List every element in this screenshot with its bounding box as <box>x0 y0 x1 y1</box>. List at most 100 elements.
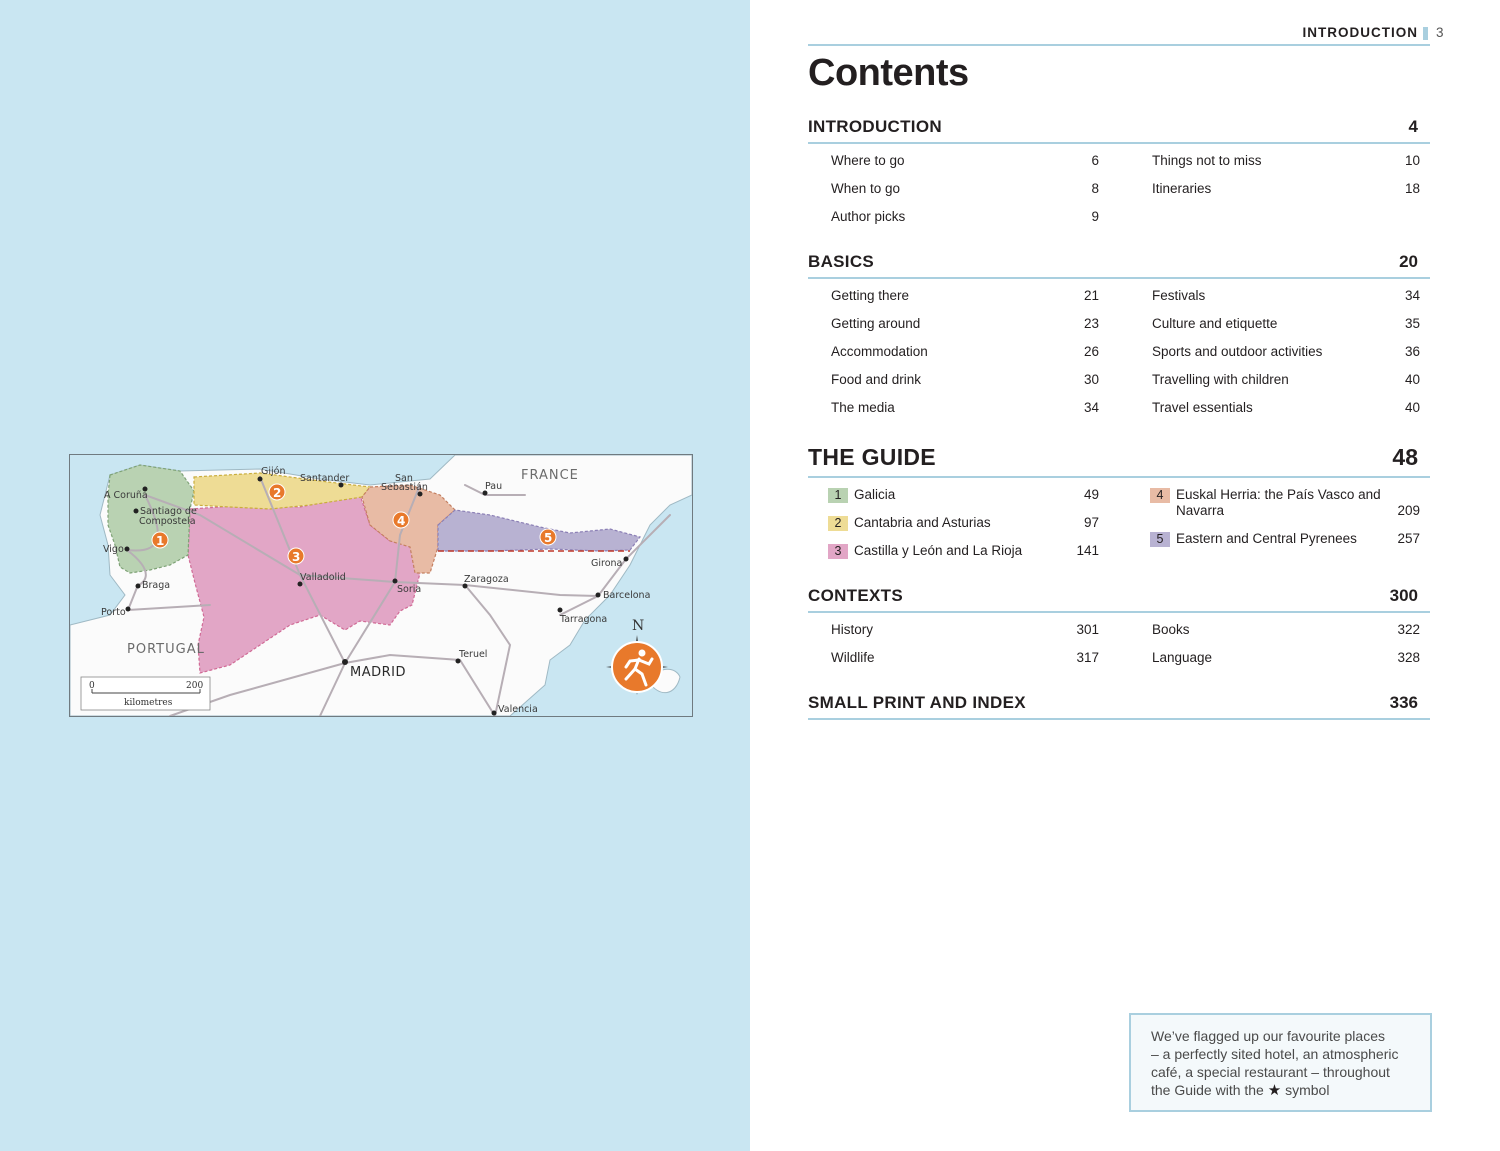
chapter-number-badge: 4 <box>1150 488 1170 503</box>
favourites-note-box: We’ve flagged up our favourite places – … <box>1129 1013 1432 1112</box>
toc-entry[interactable]: Itineraries <box>1152 181 1211 196</box>
section-page: 300 <box>1389 586 1418 605</box>
toc-entry[interactable]: History <box>831 622 873 637</box>
toc-entry[interactable]: Travel essentials <box>1152 400 1253 415</box>
map-city: Compostela <box>139 516 196 527</box>
toc-entry[interactable]: Books <box>1152 622 1190 637</box>
toc-entry[interactable]: Accommodation <box>831 344 928 359</box>
map-city: Vigo <box>103 544 124 555</box>
toc-entry[interactable]: Getting around <box>831 316 920 331</box>
favourites-note-text: We’ve flagged up our favourite places – … <box>1151 1027 1419 1100</box>
toc-page: 34 <box>1404 288 1420 303</box>
toc-entry[interactable]: Sports and outdoor activities <box>1152 344 1322 359</box>
note-line-start: the Guide with the <box>1151 1082 1264 1098</box>
section-contexts[interactable]: CONTEXTS 300 <box>808 579 1430 613</box>
toc-page: 36 <box>1404 344 1420 359</box>
map-city: Valladolid <box>300 572 346 583</box>
region-map: FRANCE PORTUGAL MADRID Gijón Santander S… <box>69 454 693 717</box>
toc-entry[interactable]: Galicia <box>854 487 895 502</box>
toc-page: 257 <box>1397 531 1420 546</box>
toc-entry[interactable]: Euskal Herria: the País Vasco and <box>1176 487 1381 502</box>
toc-entry[interactable]: Cantabria and Asturias <box>854 515 991 530</box>
toc-page: 322 <box>1397 622 1420 637</box>
toc-entry[interactable]: Eastern and Central Pyrenees <box>1176 531 1357 546</box>
svg-text:2: 2 <box>273 486 281 500</box>
note-line: café, a special restaurant – throughout <box>1151 1064 1390 1080</box>
section-title: THE GUIDE <box>808 444 936 470</box>
section-page: 336 <box>1389 693 1418 712</box>
svg-text:3: 3 <box>292 550 300 564</box>
toc-page: 18 <box>1404 181 1420 196</box>
toc-page: 26 <box>1083 344 1099 359</box>
note-line: – a perfectly sited hotel, an atmospheri… <box>1151 1046 1399 1062</box>
map-city: Tarragona <box>559 614 607 625</box>
toc-entry[interactable]: Food and drink <box>831 372 921 387</box>
map-city: Gijón <box>261 466 285 477</box>
page-number: 3 <box>1436 25 1444 40</box>
toc-entry[interactable]: Things not to miss <box>1152 153 1262 168</box>
toc-entry[interactable]: Wildlife <box>831 650 875 665</box>
map-city: Zaragoza <box>464 574 509 585</box>
toc-entry[interactable]: When to go <box>831 181 900 196</box>
section-the-guide[interactable]: THE GUIDE 48 <box>808 436 1430 478</box>
svg-text:0: 0 <box>89 681 95 691</box>
toc-page: 23 <box>1083 316 1099 331</box>
scale-bar: 0 200 kilometres <box>80 676 211 711</box>
toc-page: 97 <box>1083 515 1099 530</box>
svg-text:5: 5 <box>544 531 552 545</box>
svg-text:200: 200 <box>186 681 203 691</box>
toc-page: 35 <box>1404 316 1420 331</box>
map-city: Valencia <box>498 704 538 715</box>
toc-page: 21 <box>1083 288 1099 303</box>
page-title: Contents <box>808 52 969 94</box>
running-head-title: INTRODUCTION <box>1302 25 1418 40</box>
toc-entry[interactable]: Author picks <box>831 209 905 224</box>
toc-entry-continued[interactable]: Navarra <box>1176 503 1224 518</box>
toc-page: 8 <box>1091 181 1099 196</box>
svg-text:kilometres: kilometres <box>124 698 173 708</box>
toc-entry[interactable]: The media <box>831 400 895 415</box>
map-label-france: FRANCE <box>521 468 579 483</box>
map-city: Braga <box>142 580 170 591</box>
toc-page: 301 <box>1076 622 1099 637</box>
running-head: INTRODUCTION 3 <box>808 24 1444 46</box>
note-line: We’ve flagged up our favourite places <box>1151 1028 1385 1044</box>
map-city: Barcelona <box>603 590 650 601</box>
left-page: FRANCE PORTUGAL MADRID Gijón Santander S… <box>0 0 750 1151</box>
toc-page: 9 <box>1091 209 1099 224</box>
chapter-number-badge: 1 <box>828 488 848 503</box>
section-title: CONTEXTS <box>808 586 903 605</box>
chapter-number-badge: 2 <box>828 516 848 531</box>
toc-page: 49 <box>1083 487 1099 502</box>
toc-page: 40 <box>1404 372 1420 387</box>
section-small-print-and-index[interactable]: SMALL PRINT AND INDEX 336 <box>808 686 1430 720</box>
toc-page: 328 <box>1397 650 1420 665</box>
toc-entry[interactable]: Festivals <box>1152 288 1205 303</box>
toc-entry[interactable]: Travelling with children <box>1152 372 1289 387</box>
map-city: Sebastián <box>381 482 428 493</box>
note-line-end: symbol <box>1285 1082 1330 1098</box>
toc-page: 317 <box>1076 650 1099 665</box>
toc-entry[interactable]: Language <box>1152 650 1212 665</box>
map-label-madrid: MADRID <box>350 665 406 680</box>
toc-page: 30 <box>1083 372 1099 387</box>
map-label-portugal: PORTUGAL <box>127 642 205 657</box>
map-city: Soria <box>397 584 421 595</box>
toc-page: 141 <box>1076 543 1099 558</box>
toc-entry[interactable]: Culture and etiquette <box>1152 316 1277 331</box>
section-title: SMALL PRINT AND INDEX <box>808 693 1026 712</box>
map-city: Girona <box>591 558 622 569</box>
toc-page: 6 <box>1091 153 1099 168</box>
toc-page: 34 <box>1083 400 1099 415</box>
svg-text:N: N <box>632 618 644 634</box>
section-introduction[interactable]: INTRODUCTION 4 <box>808 110 1430 144</box>
toc-entry[interactable]: Getting there <box>831 288 909 303</box>
svg-text:4: 4 <box>397 514 405 528</box>
toc-entry[interactable]: Castilla y León and La Rioja <box>854 543 1022 558</box>
toc-entry[interactable]: Where to go <box>831 153 905 168</box>
toc-page: 209 <box>1397 503 1420 518</box>
map-city: Teruel <box>458 649 487 660</box>
star-icon: ★ <box>1267 1082 1282 1099</box>
section-basics[interactable]: BASICS 20 <box>808 245 1430 279</box>
chapter-number-badge: 3 <box>828 544 848 559</box>
